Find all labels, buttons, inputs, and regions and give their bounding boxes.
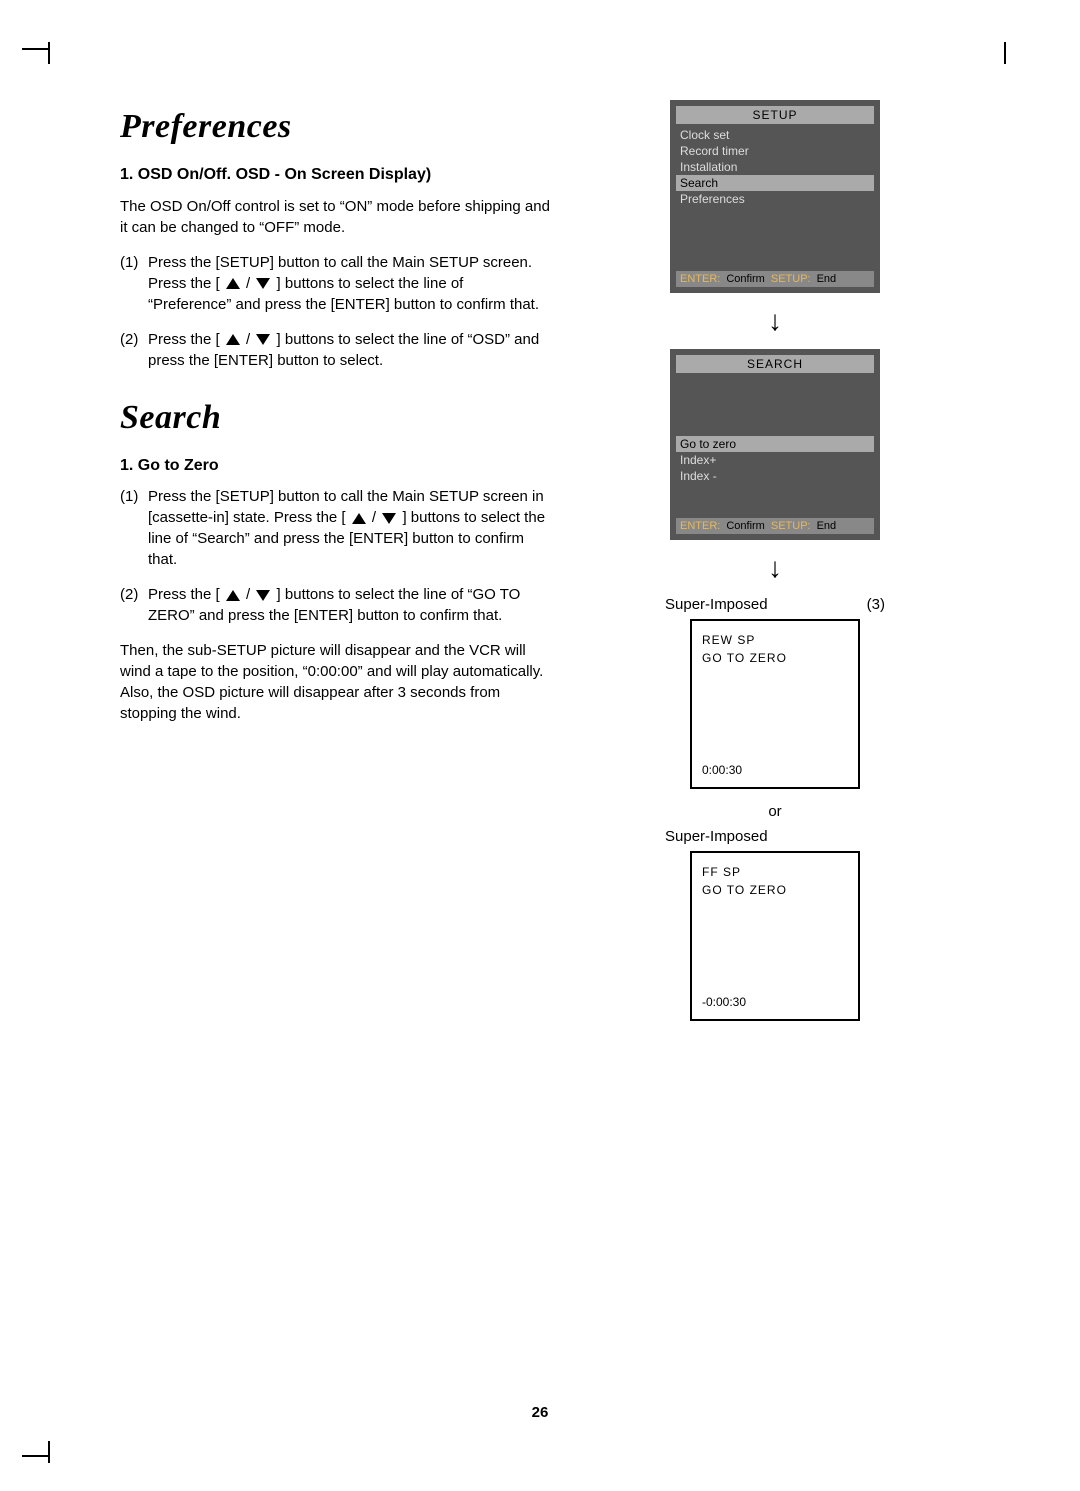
triangle-down-icon	[382, 513, 396, 524]
footer-key: ENTER:	[680, 520, 720, 532]
heading-search: Search	[120, 399, 550, 437]
step-text: Press the [SETUP] button to call the Mai…	[148, 252, 550, 315]
heading-preferences: Preferences	[120, 108, 550, 146]
text-fragment: Press the [	[148, 331, 224, 348]
triangle-up-icon	[352, 513, 366, 524]
osd-item-selected: Search	[676, 175, 874, 191]
osd-item: Index+	[670, 452, 880, 468]
osd-footer: ENTER: Confirm SETUP: End	[676, 271, 874, 287]
search-step-1: (1) Press the [SETUP] button to call the…	[120, 486, 550, 570]
osd-title: SEARCH	[676, 355, 874, 373]
step-number: (2)	[120, 329, 148, 371]
si-line-1: FF SP	[702, 865, 741, 879]
text-fragment: /	[242, 275, 255, 292]
step-text: Press the [ / ] buttons to select the li…	[148, 584, 550, 626]
crop-mark	[48, 42, 54, 64]
right-column: SETUP Clock set Record timer Installatio…	[590, 100, 960, 1031]
footer-label: End	[817, 520, 837, 532]
osd-item: Installation	[670, 159, 880, 175]
footer-key: ENTER:	[680, 273, 720, 285]
osd-footer: ENTER: Confirm SETUP: End	[676, 518, 874, 534]
osd-item: Clock set	[670, 127, 880, 143]
subheading-osd-onoff: 1. OSD On/Off. OSD - On Screen Display)	[120, 164, 550, 186]
content-columns: Preferences 1. OSD On/Off. OSD - On Scre…	[120, 100, 960, 1031]
spacer	[670, 406, 880, 436]
triangle-down-icon	[256, 334, 270, 345]
footer-label: Confirm	[726, 273, 765, 285]
left-column: Preferences 1. OSD On/Off. OSD - On Scre…	[120, 100, 550, 1031]
step-text: Press the [SETUP] button to call the Mai…	[148, 486, 550, 570]
crop-mark	[22, 48, 50, 50]
footer-label: Confirm	[726, 520, 765, 532]
spacer	[670, 207, 880, 267]
si-time: -0:00:30	[702, 995, 746, 1009]
triangle-down-icon	[256, 590, 270, 601]
osd-search-menu: SEARCH Go to zero Index+ Index - ENTER: …	[670, 349, 880, 540]
spacer	[670, 376, 880, 406]
arrow-down-icon: ↓	[768, 307, 782, 335]
footer-key: SETUP:	[771, 520, 811, 532]
step-number: (2)	[120, 584, 148, 626]
step-number: (1)	[120, 252, 148, 315]
search-step-2: (2) Press the [ / ] buttons to select th…	[120, 584, 550, 626]
triangle-up-icon	[226, 334, 240, 345]
pref-step-1: (1) Press the [SETUP] button to call the…	[120, 252, 550, 315]
crop-mark	[48, 1441, 54, 1463]
subheading-go-to-zero: 1. Go to Zero	[120, 455, 550, 477]
intro-paragraph: The OSD On/Off control is set to “ON” mo…	[120, 196, 550, 238]
text-fragment: /	[242, 331, 255, 348]
osd-item: Preferences	[670, 191, 880, 207]
triangle-up-icon	[226, 278, 240, 289]
super-imposed-label: Super-Imposed	[665, 828, 768, 845]
osd-item-selected: Go to zero	[676, 436, 874, 452]
crop-mark	[22, 1455, 50, 1457]
arrow-down-icon: ↓	[768, 554, 782, 582]
osd-item: Record timer	[670, 143, 880, 159]
si-time: 0:00:30	[702, 763, 742, 777]
super-imposed-label-row: Super-Imposed (3)	[665, 596, 885, 613]
osd-title: SETUP	[676, 106, 874, 124]
footer-key: SETUP:	[771, 273, 811, 285]
super-imposed-box-1: REW SP GO TO ZERO 0:00:30	[690, 619, 860, 789]
si-line-2: GO TO ZERO	[702, 651, 787, 665]
super-imposed-label-row: Super-Imposed	[665, 828, 885, 845]
outro-paragraph: Then, the sub-SETUP picture will disappe…	[120, 640, 550, 724]
triangle-down-icon	[256, 278, 270, 289]
crop-mark	[1004, 42, 1010, 64]
manual-page: Preferences 1. OSD On/Off. OSD - On Scre…	[0, 0, 1080, 1491]
page-number: 26	[0, 1404, 1080, 1421]
super-imposed-box-2: FF SP GO TO ZERO -0:00:30	[690, 851, 860, 1021]
triangle-up-icon	[226, 590, 240, 601]
step-text: Press the [ / ] buttons to select the li…	[148, 329, 550, 371]
or-label: or	[768, 803, 781, 820]
text-fragment: /	[242, 586, 255, 603]
text-fragment: /	[368, 509, 381, 526]
spacer	[670, 484, 880, 514]
super-imposed-count: (3)	[867, 596, 885, 613]
si-line-1: REW SP	[702, 633, 755, 647]
osd-setup-menu: SETUP Clock set Record timer Installatio…	[670, 100, 880, 293]
footer-label: End	[817, 273, 837, 285]
step-number: (1)	[120, 486, 148, 570]
pref-step-2: (2) Press the [ / ] buttons to select th…	[120, 329, 550, 371]
text-fragment: Press the [	[148, 586, 224, 603]
osd-item: Index -	[670, 468, 880, 484]
super-imposed-label: Super-Imposed	[665, 596, 768, 613]
si-line-2: GO TO ZERO	[702, 883, 787, 897]
